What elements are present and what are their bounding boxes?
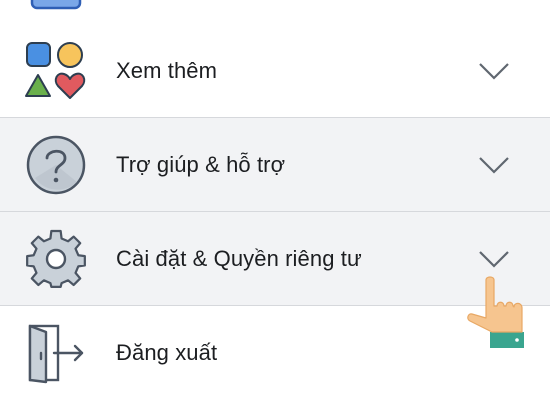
menu-item-label: Trợ giúp & hỗ trợ (116, 151, 286, 177)
help-icon (24, 133, 88, 197)
chevron-down-icon[interactable] (478, 61, 510, 81)
menu-item-help-support[interactable]: Trợ giúp & hỗ trợ (0, 118, 550, 211)
partial-icon (30, 0, 82, 10)
menu-item-xem-them[interactable]: Xem thêm (0, 24, 550, 117)
menu-item-label: Xem thêm (116, 57, 218, 83)
logout-door-icon (24, 321, 88, 385)
tap-hand-icon (467, 276, 524, 348)
menu-screen: Xem thêm Trợ giúp & hỗ trợ Cài đặt & Quy… (0, 0, 550, 400)
gear-icon (24, 227, 88, 291)
menu-item-label: Cài đặt & Quyền riêng tư (116, 245, 362, 271)
menu-item-label: Đăng xuất (116, 340, 218, 365)
chevron-down-icon[interactable] (478, 249, 510, 269)
shapes-icon (24, 39, 88, 103)
partial-top-item (0, 0, 550, 20)
chevron-down-icon[interactable] (478, 155, 510, 175)
